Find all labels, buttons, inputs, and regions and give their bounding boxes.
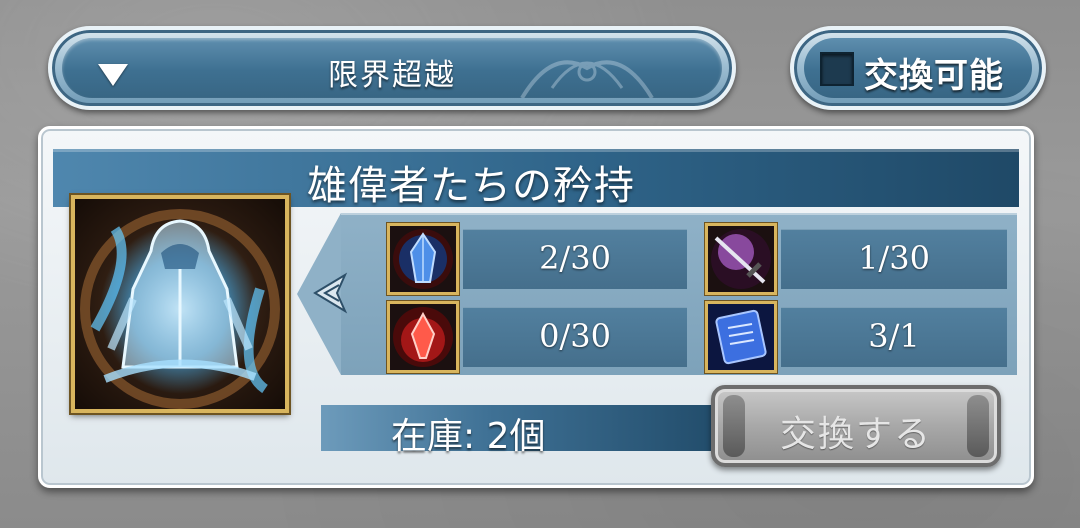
material-count: 3/1 [868,317,920,355]
hooded-cloak-icon [80,209,280,409]
stock-count: 在庫: 2個 [391,416,546,457]
filter-dropdown-inner: 限界超越 [62,38,722,98]
blue-crystal-icon [393,229,453,289]
stock-bar: 在庫: 2個 [321,405,741,457]
dark-sword-icon [711,229,771,289]
exchange-button-label: 交換する [779,414,932,455]
material-slot[interactable] [387,223,459,295]
exchangeable-toggle-inner: 交換可能 [804,38,1032,98]
material-count: 1/30 [858,239,930,277]
item-icon-frame[interactable] [71,195,289,413]
red-crystal-icon [393,307,453,367]
material-slot[interactable] [705,223,777,295]
exchangeable-toggle[interactable]: 交換可能 [790,26,1046,110]
material-slot[interactable] [387,301,459,373]
arrow-left-icon [313,272,348,314]
material-count: 2/30 [539,239,611,277]
exchange-card: 雄偉者たちの矜持 2/30 1/30 0/30 3/1 在庫: 2個 交換する [38,126,1034,488]
material-slot[interactable] [705,301,777,373]
checkbox-icon[interactable] [820,52,854,86]
material-count-bar: 1/30 [781,229,1007,289]
exchangeable-label: 交換可能 [864,56,1004,96]
blue-scroll-icon [708,304,774,370]
item-title: 雄偉者たちの矜持 [307,163,635,209]
material-count-bar: 3/1 [781,307,1007,367]
ornament-icon [520,60,654,98]
filter-dropdown[interactable]: 限界超越 [48,26,736,110]
material-count-bar: 2/30 [463,229,687,289]
exchange-button[interactable]: 交換する [711,385,1001,467]
material-count: 0/30 [539,317,611,355]
material-count-bar: 0/30 [463,307,687,367]
